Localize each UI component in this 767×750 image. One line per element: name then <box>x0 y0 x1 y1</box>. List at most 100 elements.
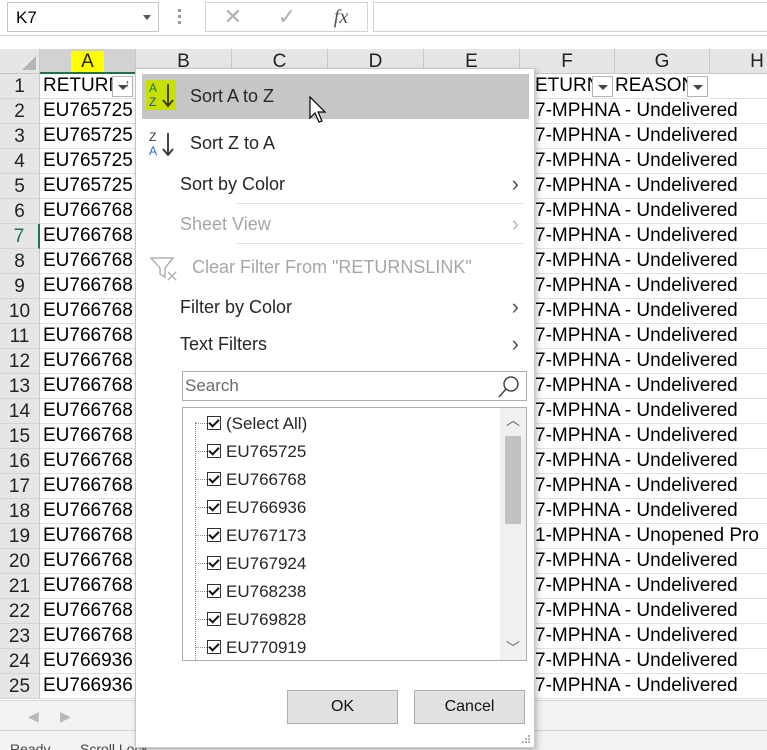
cancel-formula-icon[interactable]: ✕ <box>218 4 248 30</box>
cell-returnslink[interactable]: EU765725 <box>40 124 136 149</box>
cell-return-reason[interactable]: 7-MPHNA - Undelivered <box>532 374 767 399</box>
cell-return-reason[interactable]: 7-MPHNA - Undelivered <box>532 424 767 449</box>
cell-return-reason[interactable]: 7-MPHNA - Undelivered <box>532 649 767 674</box>
cell-returnslink[interactable]: EU766768 <box>40 424 136 449</box>
filter-value-item[interactable]: EU766936 <box>191 494 491 522</box>
cell-returnslink[interactable]: EU766768 <box>40 549 136 574</box>
checkbox-checked-icon[interactable] <box>207 416 221 430</box>
row-header[interactable]: 5 <box>0 174 40 199</box>
cell-return-reason[interactable]: 7-MPHNA - Undelivered <box>532 474 767 499</box>
filter-value-item[interactable]: EU768238 <box>191 578 491 606</box>
cell-return-reason[interactable]: 7-MPHNA - Undelivered <box>532 199 767 224</box>
cell-returnslink[interactable]: EU765725 <box>40 149 136 174</box>
cell-returnslink[interactable]: EU766768 <box>40 324 136 349</box>
search-input[interactable] <box>183 372 488 400</box>
row-header[interactable]: 17 <box>0 474 40 499</box>
filter-value-item[interactable]: EU765725 <box>191 438 491 466</box>
cell-return-reason[interactable]: 7-MPHNA - Undelivered <box>532 399 767 424</box>
cell-return-reason[interactable]: 7-MPHNA - Undelivered <box>532 149 767 174</box>
column-header-h[interactable]: H <box>710 49 767 74</box>
row-header[interactable]: 18 <box>0 499 40 524</box>
cell-returnslink[interactable]: EU766768 <box>40 499 136 524</box>
cell-return-reason[interactable]: 1-MPHNA - Unopened Pro <box>532 524 767 549</box>
row-header[interactable]: 23 <box>0 624 40 649</box>
row-header[interactable]: 16 <box>0 449 40 474</box>
formula-input[interactable] <box>373 2 767 32</box>
cell-returnslink[interactable]: EU766768 <box>40 599 136 624</box>
row-header[interactable]: 11 <box>0 324 40 349</box>
cell-return-reason[interactable]: 7-MPHNA - Undelivered <box>532 174 767 199</box>
row-header[interactable]: 8 <box>0 249 40 274</box>
filter-value-item[interactable]: EU767924 <box>191 550 491 578</box>
cell-return-reason[interactable]: 7-MPHNA - Undelivered <box>532 324 767 349</box>
cell-returnslink[interactable]: EU766768 <box>40 299 136 324</box>
scroll-up-icon[interactable]: ︿ <box>500 408 526 432</box>
column-header-a[interactable]: A <box>40 49 136 74</box>
cell-return-reason[interactable]: 7-MPHNA - Undelivered <box>532 549 767 574</box>
cell-returnslink[interactable]: EU766768 <box>40 199 136 224</box>
cell-returnslink[interactable]: EU766768 <box>40 474 136 499</box>
row-header[interactable]: 6 <box>0 199 40 224</box>
checkbox-checked-icon[interactable] <box>207 612 221 626</box>
checkbox-checked-icon[interactable] <box>207 556 221 570</box>
cell-returnslink[interactable]: EU766768 <box>40 574 136 599</box>
row-header[interactable]: 1 <box>0 74 40 99</box>
sort-a-to-z-item[interactable]: A Z Sort A to Z <box>142 74 529 119</box>
cell-return-reason[interactable]: 7-MPHNA - Undelivered <box>532 574 767 599</box>
checkbox-checked-icon[interactable] <box>207 584 221 598</box>
row-header[interactable]: 20 <box>0 549 40 574</box>
row-header[interactable]: 13 <box>0 374 40 399</box>
formula-bar-grip-icon[interactable] <box>178 9 182 25</box>
ok-button[interactable]: OK <box>287 690 398 724</box>
row-header[interactable]: 22 <box>0 599 40 624</box>
filter-button-col-f[interactable] <box>592 76 613 97</box>
cell-returnslink[interactable]: EU766936 <box>40 674 136 699</box>
scroll-down-icon[interactable]: ﹀ <box>500 636 526 660</box>
row-header[interactable]: 21 <box>0 574 40 599</box>
prev-sheet-icon[interactable]: ◀ <box>28 708 39 725</box>
cell-returnslink[interactable]: EU766768 <box>40 249 136 274</box>
cell-returnslink[interactable]: EU765725 <box>40 99 136 124</box>
select-all-item[interactable]: (Select All) <box>191 410 491 438</box>
cancel-button[interactable]: Cancel <box>414 690 525 724</box>
filter-value-item[interactable]: EU767173 <box>191 522 491 550</box>
name-box-dropdown-icon[interactable] <box>143 15 151 20</box>
cell-returnslink[interactable]: EU766768 <box>40 524 136 549</box>
row-header[interactable]: 4 <box>0 149 40 174</box>
cell[interactable] <box>710 74 767 99</box>
cell-return-reason[interactable]: 7-MPHNA - Undelivered <box>532 274 767 299</box>
resize-grip-icon[interactable] <box>521 734 531 744</box>
cell-return-reason[interactable]: 7-MPHNA - Undelivered <box>532 124 767 149</box>
cell-return-reason[interactable]: 7-MPHNA - Undelivered <box>532 499 767 524</box>
row-header[interactable]: 15 <box>0 424 40 449</box>
cell-returnslink[interactable]: EU766768 <box>40 449 136 474</box>
cell-returnslink[interactable]: EU766768 <box>40 374 136 399</box>
text-filters-item[interactable]: Text Filters › <box>142 324 529 364</box>
next-sheet-icon[interactable]: ▶ <box>60 708 71 725</box>
row-header[interactable]: 24 <box>0 649 40 674</box>
scroll-thumb[interactable] <box>505 436 521 524</box>
filter-button-col-g[interactable] <box>687 76 708 97</box>
sort-by-color-item[interactable]: Sort by Color › <box>142 164 529 204</box>
cell-returnslink[interactable]: EU765725 <box>40 174 136 199</box>
row-header[interactable]: 3 <box>0 124 40 149</box>
row-header[interactable]: 14 <box>0 399 40 424</box>
cell-return-reason[interactable]: 7-MPHNA - Undelivered <box>532 599 767 624</box>
checkbox-checked-icon[interactable] <box>207 500 221 514</box>
cell-return-reason[interactable]: 7-MPHNA - Undelivered <box>532 449 767 474</box>
checkbox-checked-icon[interactable] <box>207 640 221 654</box>
cell-returnslink[interactable]: EU766768 <box>40 224 136 249</box>
cell-return-reason[interactable]: 7-MPHNA - Undelivered <box>532 224 767 249</box>
select-all-corner[interactable] <box>0 49 40 74</box>
cell-return-reason[interactable]: 7-MPHNA - Undelivered <box>532 674 767 699</box>
cell-return-reason[interactable]: 7-MPHNA - Undelivered <box>532 249 767 274</box>
row-header[interactable]: 25 <box>0 674 40 699</box>
cell-returnslink[interactable]: EU766768 <box>40 624 136 649</box>
checkbox-checked-icon[interactable] <box>207 444 221 458</box>
cell-returnslink[interactable]: EU766936 <box>40 649 136 674</box>
cell-return-reason[interactable]: 7-MPHNA - Undelivered <box>532 349 767 374</box>
row-header[interactable]: 9 <box>0 274 40 299</box>
filter-by-color-item[interactable]: Filter by Color › <box>142 287 529 327</box>
checkbox-checked-icon[interactable] <box>207 472 221 486</box>
cell-returnslink[interactable]: EU766768 <box>40 349 136 374</box>
